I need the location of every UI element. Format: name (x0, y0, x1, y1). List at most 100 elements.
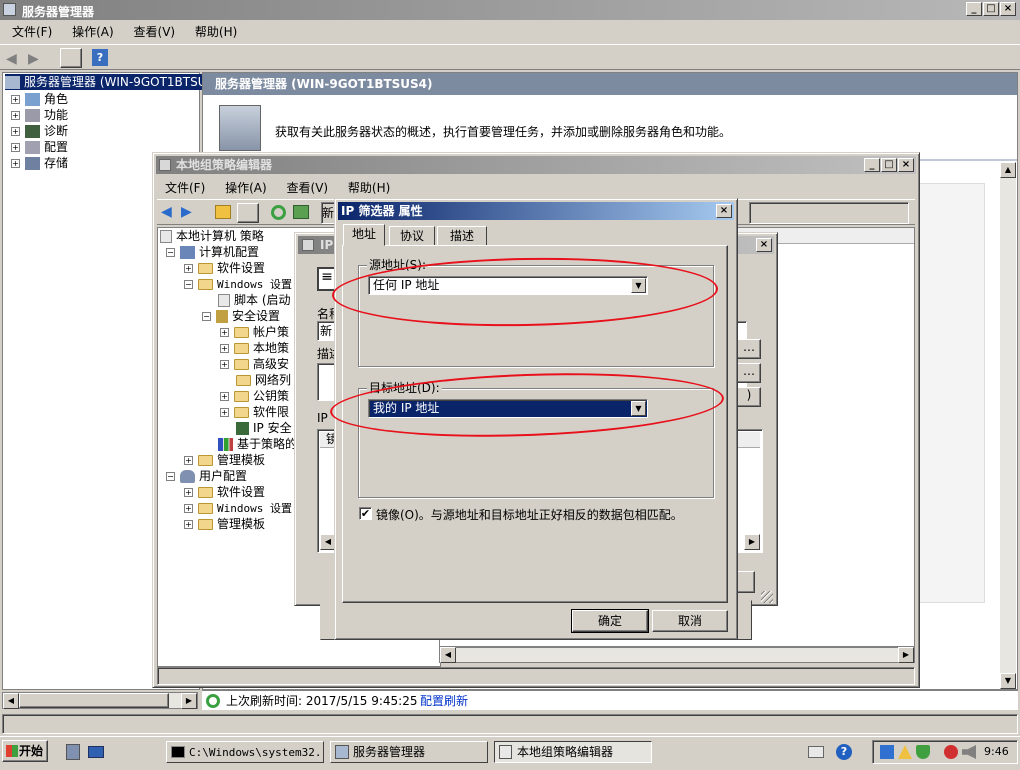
tray-network-icon[interactable] (880, 745, 894, 759)
tray-clock[interactable]: 9:46 (984, 745, 1009, 758)
gpo-menu-help[interactable]: 帮助(H) (348, 181, 390, 195)
mirror-checkbox[interactable]: ✔ (359, 507, 372, 520)
summary-text: 获取有关此服务器状态的概述，执行首要管理任务，并添加或删除服务器角色和功能。 (275, 125, 732, 139)
gpo-export-icon[interactable] (293, 205, 309, 219)
menu-file[interactable]: 文件(F) (12, 25, 52, 39)
forward-arrow-icon[interactable]: ▶ (28, 51, 39, 67)
mid-dialog-close-button[interactable]: × (756, 238, 772, 252)
tree-item-storage[interactable]: + 存储 (11, 155, 68, 171)
folder-icon (198, 487, 213, 498)
gpo-tree-user-config[interactable]: − 用户配置 (166, 468, 247, 484)
mirror-label: 镜像(O)。与源地址和目标地址正好相反的数据包相匹配。 (376, 508, 683, 522)
gpo-tree-advanced[interactable]: + 高级安 (220, 356, 289, 372)
minimize-button[interactable]: _ (966, 2, 982, 16)
gpo-tree-user-software[interactable]: + 软件设置 (184, 484, 265, 500)
start-button[interactable]: 开始 (2, 740, 48, 762)
gpo-refresh-icon[interactable] (271, 205, 286, 220)
main-title: 服务器管理器 (22, 5, 95, 19)
folder-icon (234, 407, 249, 418)
configure-refresh-link[interactable]: 配置刷新 (420, 691, 468, 711)
task-server-manager[interactable]: 服务器管理器 (330, 741, 488, 763)
folder-lock-icon (234, 327, 249, 338)
content-vscroll[interactable]: ▲ ▼ (1000, 162, 1016, 689)
gpo-tree-software-settings[interactable]: + 软件设置 (184, 260, 265, 276)
main-titlebar: 服务器管理器 _ □ × (0, 0, 1020, 20)
gpo-up-folder-icon[interactable] (215, 205, 231, 219)
mid-edit-button[interactable]: … (737, 363, 761, 383)
menu-action[interactable]: 操作(A) (72, 25, 114, 39)
gpo-tree-public-key[interactable]: + 公钥策 (220, 388, 289, 404)
gpo-menu-file[interactable]: 文件(F) (165, 181, 205, 195)
gpo-tree-user-admin[interactable]: + 管理模板 (184, 516, 265, 532)
tree-item-features[interactable]: + 功能 (11, 107, 68, 123)
gpo-tree-software-restrict[interactable]: + 软件限 (220, 404, 289, 420)
mid-add-button[interactable]: … (737, 339, 761, 359)
refresh-icon (206, 694, 220, 708)
bottom-status-strip (2, 714, 1018, 734)
gpo-forward-icon[interactable]: ▶ (181, 204, 192, 220)
tab-address[interactable]: 地址 (343, 224, 385, 246)
help-icon[interactable]: ? (92, 49, 108, 66)
quicklaunch-server-icon[interactable] (66, 744, 80, 760)
resize-grip-icon[interactable] (761, 591, 773, 603)
filter-dialog-close-button[interactable]: × (716, 204, 732, 218)
tree-item-roles[interactable]: + 角色 (11, 91, 68, 107)
filter-dialog-title: IP 筛选器 属性 (341, 204, 423, 218)
gpo-minimize-button[interactable]: _ (864, 158, 880, 172)
gpo-tree-security-settings[interactable]: − 安全设置 (202, 308, 280, 324)
gpo-tree-scripts[interactable]: 脚本 (启动 (218, 292, 291, 308)
tree-root[interactable]: 服务器管理器 (WIN-9GOT1BTSUS (5, 74, 219, 90)
gpo-tree-account-policies[interactable]: + 帐户策 (220, 324, 289, 340)
task-gpo-editor[interactable]: 本地组策略编辑器 (494, 741, 652, 763)
mid-dialog-icon (302, 239, 314, 251)
tree-item-config[interactable]: + 配置 (11, 139, 68, 155)
mid-remove-button[interactable]: ) (737, 387, 761, 407)
tab-description[interactable]: 描述 (437, 226, 487, 246)
ok-button[interactable]: 确定 (571, 609, 649, 633)
gpo-tree-user-windows[interactable]: + Windows 设置 (184, 500, 292, 516)
tree-hscroll[interactable]: ◀ ▶ (2, 692, 198, 709)
quicklaunch-desktop-icon[interactable] (88, 746, 104, 758)
gpo-tree-ip-security[interactable]: IP 安全 (236, 420, 292, 436)
gpo-menu-view[interactable]: 查看(V) (287, 181, 329, 195)
tree-item-diagnostics[interactable]: + 诊断 (11, 123, 68, 139)
gpo-icon (159, 159, 171, 171)
gpo-toolbar-fragment[interactable]: 新 (321, 202, 335, 224)
menu-view[interactable]: 查看(V) (134, 25, 176, 39)
tab-protocol[interactable]: 协议 (389, 226, 435, 246)
tray-error-icon[interactable] (944, 745, 958, 759)
windows-logo-icon (6, 745, 18, 757)
roles-icon (25, 93, 40, 106)
maximize-button[interactable]: □ (983, 2, 999, 16)
gpo-tree-local-policies[interactable]: + 本地策 (220, 340, 289, 356)
gpo-tree-computer-config[interactable]: − 计算机配置 (166, 244, 259, 260)
gpo-show-tree-icon[interactable] (237, 203, 259, 223)
gpo-title: 本地组策略编辑器 (176, 158, 273, 172)
show-tree-icon[interactable] (60, 48, 82, 68)
gpo-tree-admin-templates[interactable]: + 管理模板 (184, 452, 265, 468)
gpo-tree-policy-based[interactable]: 基于策略的 (218, 436, 297, 452)
mid-ok-button[interactable] (737, 571, 755, 593)
gpo-close-button[interactable]: × (898, 158, 914, 172)
tray-shield-icon[interactable] (916, 745, 930, 759)
mid-list-scroll-right[interactable]: ▶ (744, 534, 760, 550)
main-statusbar: 上次刷新时间: 2017/5/15 9:45:25 配置刷新 (202, 690, 1018, 710)
gpo-hscroll[interactable]: ◀ ▶ (439, 647, 915, 663)
gpo-tree-network-list[interactable]: 网络列 (236, 372, 291, 388)
mid-dialog-title: IP (320, 238, 334, 252)
task-cmd[interactable]: C:\Windows\system32... (166, 741, 324, 763)
back-arrow-icon[interactable]: ◀ (6, 51, 17, 67)
folder-icon (198, 455, 213, 466)
gpo-tree-root[interactable]: 本地计算机 策略 (160, 228, 264, 244)
gpo-tree-windows-settings[interactable]: − Windows 设置 (184, 276, 292, 292)
gpo-menu-action[interactable]: 操作(A) (225, 181, 267, 195)
folder-lock-icon (234, 343, 249, 354)
tray-help-icon[interactable]: ? (836, 744, 852, 760)
cancel-button[interactable]: 取消 (652, 610, 728, 632)
close-button[interactable]: × (1000, 2, 1016, 16)
gpo-maximize-button[interactable]: □ (881, 158, 897, 172)
menu-help[interactable]: 帮助(H) (195, 25, 237, 39)
refresh-time: 上次刷新时间: 2017/5/15 9:45:25 (226, 694, 418, 708)
gpo-back-icon[interactable]: ◀ (161, 204, 172, 220)
tray-keyboard-icon[interactable] (808, 746, 824, 758)
